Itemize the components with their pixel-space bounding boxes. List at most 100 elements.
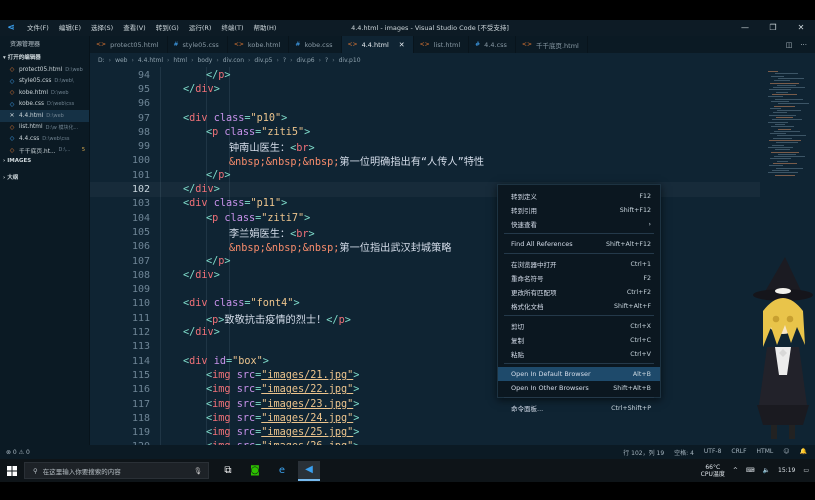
editor-actions: ◫ ··· — [786, 36, 815, 53]
cursor-position[interactable]: 行 102，列 19 — [623, 448, 664, 457]
context-menu-item[interactable]: 剪切 Ctrl+X — [498, 319, 660, 333]
context-menu-item[interactable]: 快速查看 › — [498, 217, 660, 231]
open-editors-section[interactable]: ▾ 打开的编辑器 — [0, 53, 89, 64]
open-editors-list: ◇ protect05.html D:\web ◇ style05.css D:\web\… — [0, 64, 89, 156]
breadcrumb-item[interactable]: web — [115, 57, 127, 64]
task-view-icon[interactable]: ⧉ — [217, 461, 239, 481]
menu-item-shortcut: Ctrl+C — [630, 336, 651, 344]
code-token: "font4" — [250, 298, 294, 310]
context-menu-item[interactable]: 复制 Ctrl+C — [498, 333, 660, 347]
more-actions-icon[interactable]: ··· — [800, 41, 807, 49]
editor-tab[interactable]: #4.4.css — [469, 36, 516, 53]
menu-item[interactable]: 帮助(H) — [248, 20, 281, 36]
context-menu-item[interactable]: 转到定义 F12 — [498, 189, 660, 203]
editor-tab[interactable]: <> 千千底页.html — [516, 36, 588, 53]
vscode-logo-icon[interactable]: ⋖ — [0, 20, 22, 36]
network-icon[interactable]: ⌨ — [746, 467, 755, 474]
encoding-status[interactable]: UTF-8 — [704, 448, 722, 457]
code-token: "box" — [232, 355, 263, 367]
breadcrumb-item[interactable]: D: — [98, 57, 105, 64]
maximize-icon[interactable]: ❐ — [759, 20, 787, 36]
minimize-icon[interactable]: — — [731, 20, 759, 36]
context-menu-item[interactable]: 在浏览器中打开 Ctrl+1 — [498, 257, 660, 271]
minimap[interactable] — [760, 67, 815, 187]
line-number: 105 — [131, 226, 150, 238]
open-editor-item[interactable]: ✕ 4.4.html D:\web — [0, 110, 89, 122]
open-editor-item[interactable]: ◇ list.html D:\w 模块化... — [0, 122, 89, 134]
microphone-icon[interactable]: 🎙 — [194, 467, 202, 475]
open-editor-item[interactable]: ◇ protect05.html D:\web — [0, 64, 89, 76]
taskbar-search-box[interactable]: ⚲ 在这里输入你要搜索的内容 🎙 — [24, 462, 209, 479]
eol-status[interactable]: CRLF — [731, 448, 746, 457]
cpu-temperature[interactable]: 66°C CPU温度 — [701, 464, 725, 478]
close-icon[interactable]: ✕ — [8, 112, 16, 119]
context-menu-item[interactable]: 更改所有匹配项 Ctrl+F2 — [498, 285, 660, 299]
menu-item[interactable]: 终端(T) — [216, 20, 248, 36]
close-window-icon[interactable]: ✕ — [787, 20, 815, 36]
breadcrumb-item[interactable]: 4.4.html — [138, 57, 163, 64]
code-content: </div> — [183, 270, 220, 281]
editor-tab[interactable]: <> list.html — [414, 36, 470, 53]
edge-icon[interactable]: e — [271, 461, 293, 481]
windows-start-icon[interactable] — [0, 459, 24, 482]
code-token: img — [212, 427, 237, 439]
editor-tab[interactable]: <> 4.4.html ✕ — [341, 36, 414, 53]
line-number: 118 — [131, 412, 150, 424]
outline-section[interactable]: › 大纲 — [0, 173, 18, 184]
menu-item[interactable]: 编辑(E) — [54, 20, 86, 36]
line-number: 114 — [131, 355, 150, 367]
code-content: </p> — [206, 170, 231, 181]
notification-center-icon[interactable]: ▭ — [803, 467, 809, 474]
system-clock[interactable]: 15:19 — [778, 467, 795, 474]
breadcrumb-item[interactable]: div.p10 — [339, 57, 361, 64]
context-menu-item[interactable]: 格式化文档 Shift+Alt+F — [498, 299, 660, 313]
vscode-taskbar-icon[interactable]: ◀ — [298, 460, 320, 481]
breadcrumb-item[interactable]: div.con — [223, 57, 244, 64]
editor-tab[interactable]: # kobe.css — [289, 36, 342, 53]
menu-item[interactable]: 查看(V) — [118, 20, 151, 36]
editor-tab[interactable]: <> protect05.html — [90, 36, 168, 53]
code-token: "images/24.jpg" — [261, 412, 354, 424]
notifications-bell-icon[interactable]: 🔔 — [800, 448, 807, 457]
open-editor-item[interactable]: ◇ kobe.css D:\web\css — [0, 99, 89, 111]
code-line: 96 — [90, 97, 760, 111]
menu-item[interactable]: 转到(G) — [151, 20, 184, 36]
editor-tab[interactable]: # style05.css — [168, 36, 228, 53]
code-token: img — [212, 412, 237, 424]
breadcrumb-item[interactable]: div.p6 — [297, 57, 315, 64]
open-editor-item[interactable]: ◇ kobe.html D:\web — [0, 87, 89, 99]
context-menu-item[interactable]: 命令面板... Ctrl+Shift+P — [498, 401, 660, 415]
menu-item[interactable]: 文件(F) — [22, 20, 54, 36]
menu-item[interactable]: 运行(R) — [184, 20, 217, 36]
indentation-status[interactable]: 空格: 4 — [674, 448, 694, 457]
context-menu-item[interactable]: Find All References Shift+Alt+F12 — [498, 237, 660, 251]
close-tab-icon[interactable]: ✕ — [399, 41, 405, 49]
context-menu-item[interactable]: Open In Default Browser Alt+B — [498, 367, 660, 381]
language-mode[interactable]: HTML — [757, 448, 774, 457]
breadcrumb-item[interactable]: ? — [283, 57, 286, 64]
context-menu-item[interactable]: 粘贴 Ctrl+V — [498, 347, 660, 361]
tray-arrow-icon[interactable]: ^ — [733, 467, 738, 474]
split-editor-icon[interactable]: ◫ — [786, 41, 793, 49]
context-menu-item[interactable]: Open In Other Browsers Shift+Alt+B — [498, 381, 660, 395]
breadcrumb-item[interactable]: html — [173, 57, 187, 64]
images-section[interactable]: › IMAGES — [0, 156, 89, 167]
context-menu-item[interactable]: 重命名符号 F2 — [498, 271, 660, 285]
open-editor-item[interactable]: ◇ 4.4.css D:\web\css — [0, 133, 89, 145]
breadcrumb-item[interactable]: div.p5 — [254, 57, 272, 64]
line-number: 115 — [131, 369, 150, 381]
code-editor[interactable]: 94 </p> 95 </div> 96 97 <div class="p10"> 98 <p … — [90, 67, 815, 445]
menu-item[interactable]: 选择(S) — [86, 20, 118, 36]
context-menu-item[interactable]: 转到引用 Shift+F12 — [498, 203, 660, 217]
volume-icon[interactable]: 🔈 — [763, 467, 770, 474]
editor-tab[interactable]: <> kobe.html — [228, 36, 290, 53]
outline-label: 大纲 — [7, 175, 19, 181]
breadcrumb-item[interactable]: ? — [325, 57, 328, 64]
open-editor-item[interactable]: ◇ style05.css D:\web\ — [0, 76, 89, 88]
minimap-row — [768, 172, 798, 174]
problems-indicator[interactable]: ⊗ 0 ⚠ 0 — [6, 449, 30, 456]
open-editor-item[interactable]: ◇ 千千底页.ht... D:\... 5 — [0, 145, 89, 157]
feedback-icon[interactable]: ☺ — [783, 448, 789, 457]
wechat-icon[interactable]: ◙ — [244, 461, 266, 481]
breadcrumb-item[interactable]: body — [198, 57, 213, 64]
